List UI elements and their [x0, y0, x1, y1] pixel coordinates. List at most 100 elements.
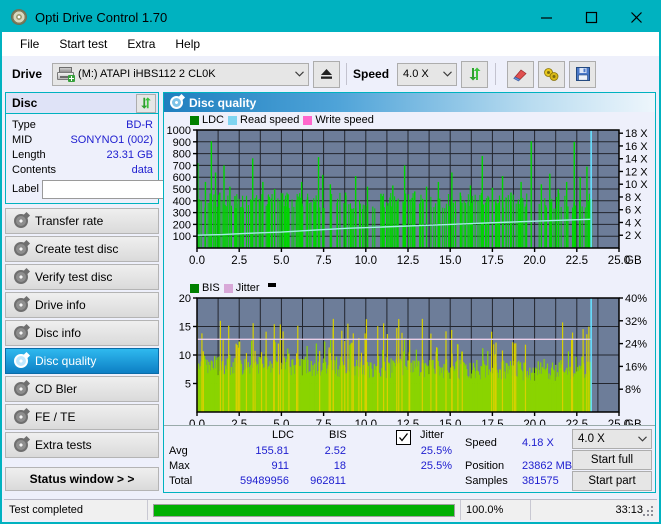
drive-label: Drive [12, 67, 43, 81]
disc-icon [9, 7, 29, 27]
disc-test-icon [14, 239, 31, 256]
bis-chart-legend: BIS Jitter [190, 282, 276, 294]
eject-button[interactable] [313, 60, 341, 88]
sidebar-item-fe-te[interactable]: FE / TE [5, 404, 159, 430]
disc-test-icon [14, 211, 31, 228]
sidebar-item-label: Extra tests [35, 438, 92, 452]
speed-select-value: 4.0 X [403, 68, 429, 80]
svg-text:10.0: 10.0 [355, 255, 377, 267]
test-speed-select[interactable]: 4.0 X [572, 429, 652, 449]
sidebar-item-label: Transfer rate [35, 214, 104, 228]
sidebar-item-disc-info[interactable]: Disc info [5, 320, 159, 346]
legend-swatch [228, 115, 238, 125]
sidebar-item-label: Create test disc [35, 242, 119, 256]
drive-select[interactable]: (M:) ATAPI iHBS112 2 CL0K [52, 62, 310, 86]
svg-text:1000: 1000 [167, 126, 191, 137]
chevron-down-icon [438, 71, 456, 77]
stats-row-total: Total [169, 475, 193, 487]
sidebar-item-disc-quality[interactable]: Disc quality [5, 348, 159, 374]
stats-bis-max: 18 [333, 460, 346, 472]
speed-stat-label: Speed [465, 437, 497, 449]
sidebar-item-drive-info[interactable]: Drive info [5, 292, 159, 318]
drive-icon [57, 67, 76, 82]
maximize-icon[interactable] [569, 2, 614, 32]
position-stat-label: Position [465, 460, 505, 472]
menu-item-start-test[interactable]: Start test [49, 35, 117, 53]
svg-text:18 X: 18 X [625, 128, 648, 140]
svg-text:2 X: 2 X [625, 230, 642, 242]
drive-select-value: (M:) ATAPI iHBS112 2 CL0K [78, 68, 216, 80]
sidebar-item-verify-test-disc[interactable]: Verify test disc [5, 264, 159, 290]
disc-test-icon [14, 407, 31, 424]
disc-test-icon [14, 295, 31, 312]
content-panel: Disc quality LDC Read speed Write speed … [163, 92, 656, 493]
disc-row-type: Type BD-R [12, 117, 153, 132]
samples-stat-label: Samples [465, 475, 508, 487]
erase-button[interactable] [507, 60, 535, 88]
bis-jitter-chart: 201510540%32%24%16%8%0.02.55.07.510.012.… [179, 294, 647, 431]
stats-bis-total: 962811 [310, 475, 346, 487]
svg-text:12 X: 12 X [625, 166, 648, 178]
toolbar: Drive (M:) ATAPI iHBS112 2 CL0K Speed 4.… [2, 56, 659, 92]
svg-text:8%: 8% [625, 384, 641, 396]
svg-text:5.0: 5.0 [273, 255, 289, 267]
resize-grip[interactable] [643, 506, 655, 518]
stats-panel: LDC BIS Avg Max Total 155.81 911 5948995… [164, 425, 655, 492]
jitter-checkbox[interactable] [396, 430, 411, 445]
svg-text:17.5: 17.5 [481, 255, 503, 267]
ldc-chart: 100090080070060050040030020010018 X16 X1… [167, 126, 649, 267]
svg-text:40%: 40% [625, 294, 647, 305]
refresh-button[interactable] [461, 60, 489, 88]
legend-jitter: Jitter [223, 282, 260, 294]
disc-panel-title: Disc [12, 96, 38, 110]
sidebar-item-label: CD Bler [35, 382, 78, 396]
disc-refresh-button[interactable] [136, 93, 156, 113]
svg-text:20.0: 20.0 [523, 255, 545, 267]
stats-ldc-max: 911 [271, 460, 289, 472]
disc-row-length: Length 23.31 GB [12, 147, 153, 162]
sidebar-item-cd-bler[interactable]: CD Bler [5, 376, 159, 402]
tools-button[interactable] [538, 60, 566, 88]
disc-test-icon [14, 379, 31, 396]
window-title: Opti Drive Control 1.70 [35, 9, 168, 25]
menu-item-file[interactable]: File [10, 35, 49, 53]
disc-label-key: Label [12, 183, 39, 195]
svg-text:800: 800 [173, 149, 191, 161]
speed-select[interactable]: 4.0 X [397, 62, 458, 86]
panel-header: Disc quality [164, 93, 655, 112]
legend-swatch [190, 115, 199, 125]
left-sidebar: Disc Type BD-R MID SONYNO1 (002) Length … [5, 92, 245, 493]
stats-col-bis: BIS [329, 429, 347, 441]
stats-jitter-avg: 25.5% [420, 445, 452, 457]
svg-text:0.0: 0.0 [189, 255, 205, 267]
panel-title: Disc quality [189, 95, 257, 110]
jitter-label: Jitter [420, 429, 444, 441]
disc-row-contents-key: Contents [12, 163, 57, 176]
start-part-button[interactable]: Start part [572, 471, 652, 491]
minimize-icon[interactable] [524, 2, 569, 32]
stats-ldc-total: 59489956 [240, 475, 289, 487]
svg-text:400: 400 [173, 196, 191, 208]
legend-swatch [223, 283, 233, 293]
disc-info-rows: Type BD-R MID SONYNO1 (002) Length 23.31… [6, 114, 245, 203]
start-full-button[interactable]: Start full [572, 450, 652, 470]
sidebar-item-extra-tests[interactable]: Extra tests [5, 432, 159, 458]
toolbar-divider-2 [495, 63, 497, 85]
legend-write-speed: Write speed [303, 114, 374, 126]
sidebar-item-transfer-rate[interactable]: Transfer rate [5, 208, 159, 234]
legend-swatch [303, 115, 313, 125]
svg-text:32%: 32% [625, 316, 647, 328]
menu-item-help[interactable]: Help [165, 35, 210, 53]
sidebar-item-label: Drive info [35, 298, 86, 312]
sidebar-item-create-test-disc[interactable]: Create test disc [5, 236, 159, 262]
close-icon[interactable] [614, 2, 659, 32]
disc-row-contents: Contents data [12, 162, 153, 177]
svg-text:14 X: 14 X [625, 154, 648, 166]
stats-row-avg: Avg [169, 445, 188, 457]
elapsed-time: 33:13 [615, 504, 643, 516]
svg-text:16%: 16% [625, 361, 647, 373]
menu-item-extra[interactable]: Extra [117, 35, 165, 53]
status-window-button[interactable]: Status window > > [5, 467, 159, 491]
save-button[interactable] [569, 60, 597, 88]
